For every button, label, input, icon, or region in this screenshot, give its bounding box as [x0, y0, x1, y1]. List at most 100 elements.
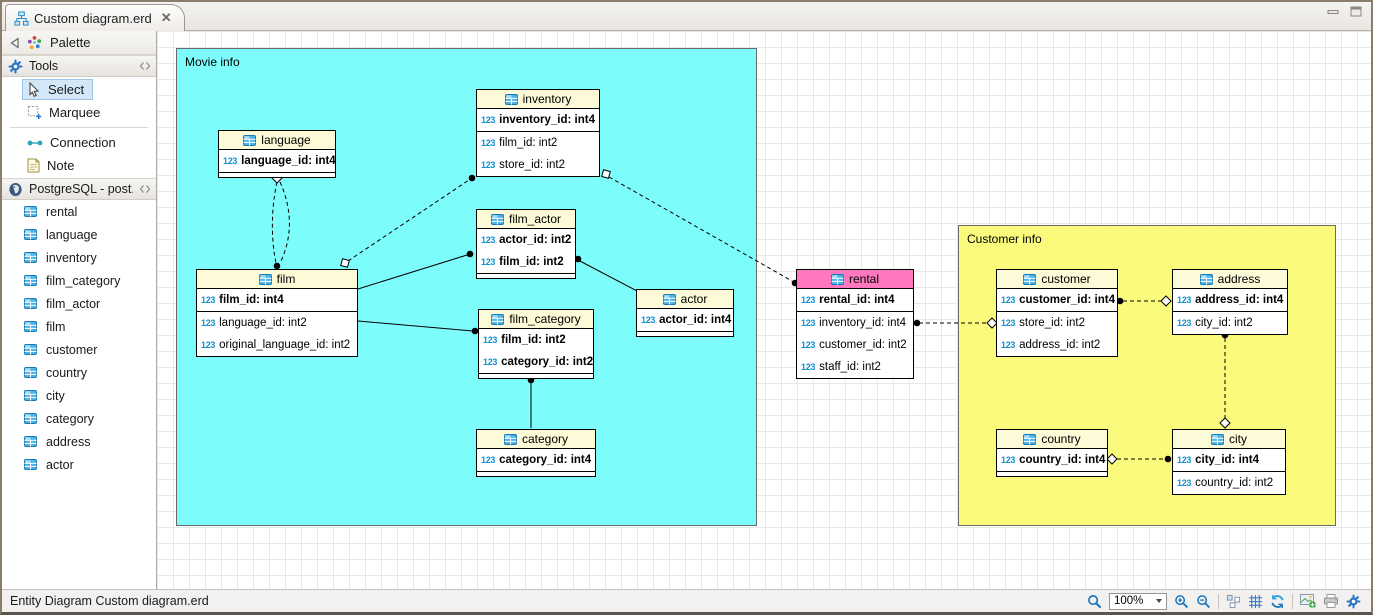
- relationship-inventory-rental[interactable]: [609, 177, 792, 281]
- sidebar-item-customer[interactable]: customer: [2, 338, 156, 361]
- relationship-film-film_actor[interactable]: [358, 255, 467, 289]
- entity-header[interactable]: actor: [637, 290, 733, 309]
- numeric-type-icon: 123: [483, 357, 497, 367]
- sidebar-item-city[interactable]: city: [2, 384, 156, 407]
- column-row-category_id[interactable]: 123category_id: int2: [479, 351, 593, 373]
- entity-header[interactable]: inventory: [477, 90, 599, 109]
- entity-country[interactable]: country123country_id: int4: [996, 429, 1108, 477]
- search-icon[interactable]: [1087, 594, 1102, 609]
- sidebar-item-film_actor[interactable]: film_actor: [2, 292, 156, 315]
- minimize-button[interactable]: [1327, 7, 1340, 17]
- relationship-language-film[interactable]: [280, 182, 289, 263]
- entity-language[interactable]: language123language_id: int4: [218, 130, 336, 178]
- pin-chevrons-icon[interactable]: [139, 184, 151, 194]
- entity-header[interactable]: country: [997, 430, 1107, 449]
- maximize-button[interactable]: [1350, 6, 1363, 17]
- entity-rental[interactable]: rental123rental_id: int4123inventory_id:…: [796, 269, 914, 379]
- close-icon[interactable]: ✕: [161, 10, 172, 26]
- sidebar-item-actor[interactable]: actor: [2, 453, 156, 476]
- print-icon[interactable]: [1323, 594, 1339, 608]
- palette-header[interactable]: Palette: [2, 31, 156, 55]
- entity-header[interactable]: customer: [997, 270, 1117, 289]
- tool-select[interactable]: Select: [22, 79, 93, 100]
- relationship-film_actor-actor[interactable]: [578, 260, 639, 292]
- entity-header[interactable]: film: [197, 270, 357, 289]
- save-image-icon[interactable]: [1300, 594, 1316, 608]
- column-row-language_id[interactable]: 123language_id: int2: [197, 312, 357, 334]
- sidebar-item-inventory[interactable]: inventory: [2, 246, 156, 269]
- column-row-address_id[interactable]: 123address_id: int4: [1173, 289, 1287, 311]
- entity-header[interactable]: film_category: [479, 310, 593, 329]
- column-row-country_id[interactable]: 123country_id: int4: [997, 449, 1107, 471]
- entity-actor[interactable]: actor123actor_id: int4: [636, 289, 734, 337]
- refresh-icon[interactable]: [1270, 594, 1285, 609]
- entity-header[interactable]: rental: [797, 270, 913, 289]
- column-row-store_id[interactable]: 123store_id: int2: [997, 312, 1117, 334]
- entity-category[interactable]: category123category_id: int4: [476, 429, 596, 477]
- entity-film[interactable]: film123film_id: int4123language_id: int2…: [196, 269, 358, 357]
- tab-custom-diagram[interactable]: Custom diagram.erd ✕: [5, 4, 185, 31]
- column-row-film_id[interactable]: 123film_id: int4: [197, 289, 357, 311]
- auto-layout-icon[interactable]: [1226, 594, 1241, 609]
- sidebar-item-country[interactable]: country: [2, 361, 156, 384]
- settings-gear-icon[interactable]: [1346, 594, 1361, 609]
- entity-header[interactable]: city: [1173, 430, 1285, 449]
- entity-address[interactable]: address123address_id: int4123city_id: in…: [1172, 269, 1288, 335]
- entity-film_actor[interactable]: film_actor123actor_id: int2123film_id: i…: [476, 209, 576, 279]
- column-row-staff_id[interactable]: 123staff_id: int2: [797, 356, 913, 378]
- palette-title: Palette: [50, 35, 90, 50]
- entity-inventory[interactable]: inventory123inventory_id: int4123film_id…: [476, 89, 600, 177]
- relationship-language-film[interactable]: [272, 182, 277, 263]
- numeric-type-icon: 123: [481, 115, 495, 125]
- column-row-actor_id[interactable]: 123actor_id: int4: [637, 309, 733, 331]
- zoom-in-icon[interactable]: [1174, 594, 1189, 609]
- zoom-level-select[interactable]: 100%: [1109, 593, 1167, 610]
- tool-note[interactable]: Note: [22, 155, 83, 176]
- column-row-language_id[interactable]: 123language_id: int4: [219, 150, 335, 172]
- sidebar-item-language[interactable]: language: [2, 223, 156, 246]
- column-row-film_id[interactable]: 123film_id: int2: [477, 132, 599, 154]
- column-label: rental_id: int4: [819, 294, 894, 306]
- tool-marquee[interactable]: Marquee: [22, 102, 109, 123]
- pin-chevrons-icon[interactable]: [139, 61, 151, 71]
- toggle-grid-icon[interactable]: [1248, 594, 1263, 609]
- column-row-actor_id[interactable]: 123actor_id: int2: [477, 229, 575, 251]
- column-row-store_id[interactable]: 123store_id: int2: [477, 154, 599, 176]
- relationship-film-inventory[interactable]: [348, 180, 469, 261]
- column-row-country_id[interactable]: 123country_id: int2: [1173, 472, 1285, 494]
- pk-section: 123customer_id: int4: [997, 289, 1117, 312]
- entity-customer[interactable]: customer 123customer_id: int4123store_id:…: [996, 269, 1118, 357]
- column-row-film_id[interactable]: 123film_id: int2: [479, 329, 593, 351]
- column-row-inventory_id[interactable]: 123inventory_id: int4: [797, 312, 913, 334]
- zoom-out-icon[interactable]: [1196, 594, 1211, 609]
- entity-header[interactable]: category: [477, 430, 595, 449]
- tool-connection[interactable]: Connection: [22, 132, 125, 153]
- column-row-film_id[interactable]: 123film_id: int2: [477, 251, 575, 273]
- column-row-original_language_id[interactable]: 123original_language_id: int2: [197, 334, 357, 356]
- diagram-canvas[interactable]: Movie infoCustomer infolanguage123langua…: [157, 31, 1371, 589]
- database-section-header[interactable]: PostgreSQL - post...: [2, 178, 156, 200]
- entity-city[interactable]: city123city_id: int4123country_id: int2: [1172, 429, 1286, 495]
- entity-film_category[interactable]: film_category123film_id: int2123category…: [478, 309, 594, 379]
- column-row-city_id[interactable]: 123city_id: int2: [1173, 312, 1287, 334]
- numeric-type-icon: 123: [1177, 318, 1191, 328]
- sidebar-item-category[interactable]: category: [2, 407, 156, 430]
- column-row-customer_id[interactable]: 123customer_id: int4: [997, 289, 1117, 311]
- column-row-inventory_id[interactable]: 123inventory_id: int4: [477, 109, 599, 131]
- sidebar-item-film[interactable]: film: [2, 315, 156, 338]
- entity-header[interactable]: film_actor: [477, 210, 575, 229]
- column-row-address_id[interactable]: 123address_id: int2: [997, 334, 1117, 356]
- sidebar-item-film_category[interactable]: film_category: [2, 269, 156, 292]
- sidebar-item-rental[interactable]: rental: [2, 200, 156, 223]
- collapse-arrow-icon[interactable]: [10, 37, 19, 49]
- tools-section-header[interactable]: Tools: [2, 55, 156, 77]
- column-row-category_id[interactable]: 123category_id: int4: [477, 449, 595, 471]
- entity-header[interactable]: language: [219, 131, 335, 150]
- sidebar-item-address[interactable]: address: [2, 430, 156, 453]
- entity-header[interactable]: address: [1173, 270, 1287, 289]
- relationship-film-film_category[interactable]: [358, 321, 473, 331]
- column-row-rental_id[interactable]: 123rental_id: int4: [797, 289, 913, 311]
- column-row-customer_id[interactable]: 123customer_id: int2: [797, 334, 913, 356]
- column-row-city_id[interactable]: 123city_id: int4: [1173, 449, 1285, 471]
- entity-name: customer: [1041, 272, 1090, 286]
